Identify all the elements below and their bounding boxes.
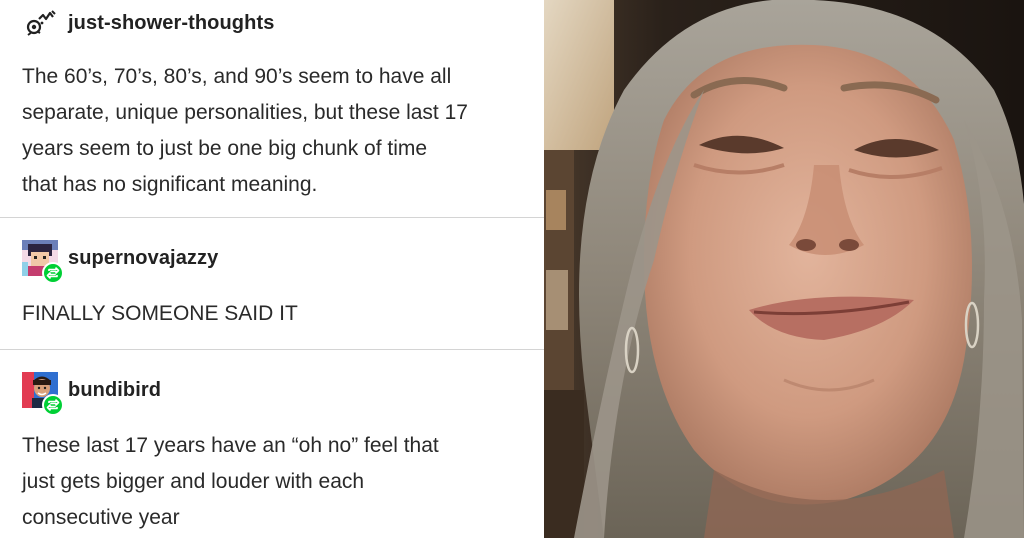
original-post: just-shower-thoughts The 60’s, 70’s, 80’… (0, 0, 544, 218)
post-header: supernovajazzy (22, 240, 218, 284)
post-header: just-shower-thoughts (22, 5, 274, 41)
post-line: FINALLY SOMEONE SAID IT (22, 302, 298, 325)
man-portrait-avatar-icon[interactable] (22, 372, 64, 416)
tumblr-thread: just-shower-thoughts The 60’s, 70’s, 80’… (0, 0, 544, 538)
post-line: consecutive year (22, 506, 180, 529)
avatar-doodle-svg (22, 5, 58, 41)
post-body: FINALLY SOMEONE SAID IT (22, 296, 532, 332)
post-line: separate, unique personalities, but thes… (22, 101, 468, 124)
crying-woman-photo (544, 0, 1024, 538)
post-line: just gets bigger and louder with each (22, 470, 365, 493)
post-header: bundibird (22, 372, 161, 416)
post-line: years seem to just be one big chunk of t… (22, 137, 428, 160)
reblog-icon (42, 394, 64, 416)
post-username[interactable]: bundibird (68, 379, 161, 402)
pixel-character-avatar-icon[interactable] (22, 240, 64, 284)
reblog-arrows-svg (46, 267, 60, 279)
reblog-arrows-svg (46, 399, 60, 411)
post-line: The 60’s, 70’s, 80’s, and 90’s seem to h… (22, 65, 452, 88)
shooting-star-doodle-icon[interactable] (22, 5, 58, 41)
post-username[interactable]: supernovajazzy (68, 247, 218, 270)
reblog-icon (42, 262, 64, 284)
post-line: These last 17 years have an “oh no” feel… (22, 434, 439, 457)
reblog-post: bundibird These last 17 years have an “o… (0, 350, 544, 538)
post-body: The 60’s, 70’s, 80’s, and 90’s seem to h… (22, 59, 532, 203)
crying-face-illustration (544, 0, 1024, 538)
reblog-post: supernovajazzy FINALLY SOMEONE SAID IT (0, 218, 544, 350)
post-body: These last 17 years have an “oh no” feel… (22, 428, 532, 536)
post-line: that has no significant meaning. (22, 173, 318, 196)
post-username[interactable]: just-shower-thoughts (68, 12, 274, 35)
